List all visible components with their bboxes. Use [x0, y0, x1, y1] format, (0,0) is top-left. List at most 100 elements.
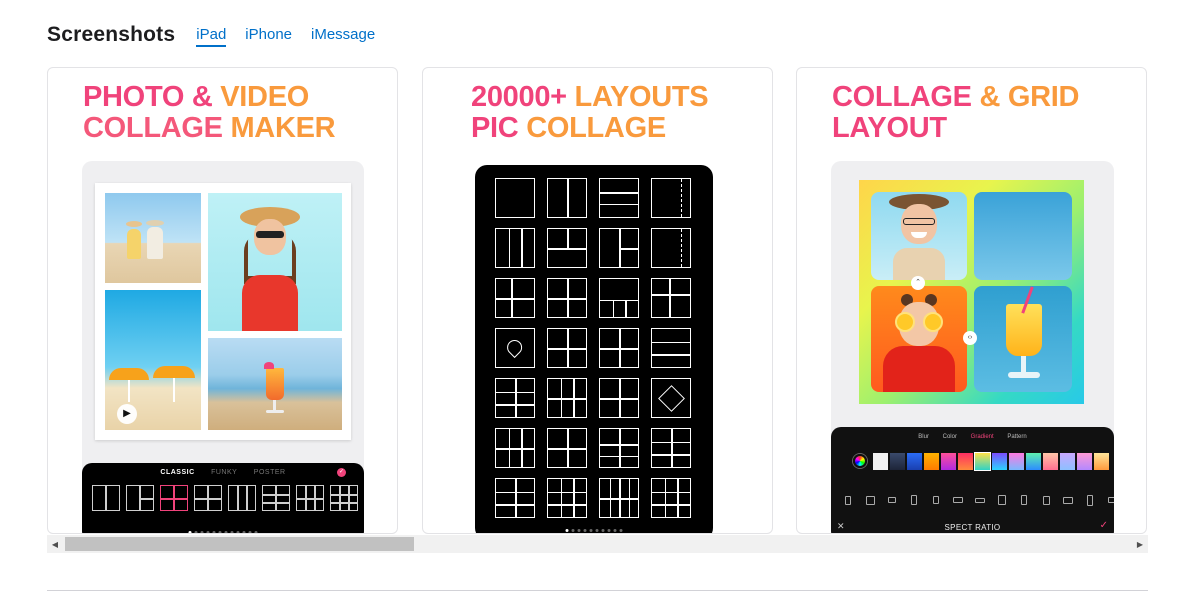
- ipad-mockup: ▶ CLASSIC FUNKY POSTER ✓: [82, 161, 364, 533]
- layout-option[interactable]: [228, 485, 256, 511]
- layout-option[interactable]: [126, 485, 154, 511]
- layout-template[interactable]: [599, 428, 639, 468]
- layout-template[interactable]: [495, 178, 535, 218]
- title-text: 20000+: [471, 81, 575, 113]
- layout-template[interactable]: [547, 278, 587, 318]
- swatch[interactable]: [890, 453, 905, 470]
- ipad-mockup-grid: ⌃ ‹› Blur Color Gradient Pattern ✕ SPECT…: [831, 161, 1114, 533]
- card-title: 20000+ LAYOUTS PIC COLLAGE: [471, 81, 709, 144]
- photo-pool: [974, 192, 1072, 280]
- layout-option[interactable]: [92, 485, 120, 511]
- tab-imessage[interactable]: iMessage: [311, 22, 375, 47]
- aspect-ratio-option[interactable]: [1039, 493, 1053, 507]
- layout-template[interactable]: [599, 478, 639, 518]
- title-text: LAYOUTS: [574, 81, 709, 113]
- layout-template[interactable]: [599, 328, 639, 368]
- scrollbar-thumb[interactable]: [65, 537, 414, 551]
- resize-horizontal-handle[interactable]: ‹›: [963, 331, 977, 345]
- swatch[interactable]: [873, 453, 888, 470]
- swatch[interactable]: [1060, 453, 1075, 470]
- layout-template[interactable]: [495, 278, 535, 318]
- swatch-selected[interactable]: [974, 452, 991, 471]
- swatch[interactable]: [992, 453, 1007, 470]
- layout-template[interactable]: [651, 278, 691, 318]
- swatch[interactable]: [907, 453, 922, 470]
- scroll-left-icon[interactable]: ◀: [47, 535, 63, 553]
- tab-pattern[interactable]: Pattern: [1007, 434, 1026, 440]
- layout-template[interactable]: [651, 478, 691, 518]
- swatch[interactable]: [1094, 453, 1109, 470]
- tab-iphone[interactable]: iPhone: [245, 22, 292, 47]
- layout-option[interactable]: [296, 485, 324, 511]
- tab-classic[interactable]: CLASSIC: [160, 469, 194, 476]
- aspect-ratio-option[interactable]: [929, 493, 943, 507]
- title-text: COLLAGE: [526, 112, 666, 144]
- layout-template[interactable]: [495, 378, 535, 418]
- layout-template[interactable]: [547, 478, 587, 518]
- layout-option-selected[interactable]: [160, 485, 188, 511]
- layout-template[interactable]: [495, 328, 535, 368]
- aspect-ratio-option[interactable]: [885, 493, 899, 507]
- color-wheel-icon[interactable]: [853, 454, 867, 468]
- check-icon[interactable]: ✓: [337, 468, 346, 477]
- tab-funky[interactable]: FUNKY: [211, 469, 237, 476]
- check-icon[interactable]: ✓: [1100, 520, 1108, 531]
- swatch[interactable]: [1043, 453, 1058, 470]
- aspect-ratio-option[interactable]: [841, 493, 855, 507]
- swatch[interactable]: [1026, 453, 1041, 470]
- layout-option[interactable]: [262, 485, 290, 511]
- layout-template[interactable]: [651, 178, 691, 218]
- page-indicator: [188, 531, 258, 533]
- aspect-ratio-label: SPECT RATIO: [944, 523, 1001, 532]
- screenshot-card-3[interactable]: COLLAGE & GRID LAYOUT ⌃ ‹› Blur Color Gr…: [796, 67, 1147, 534]
- aspect-ratio-option[interactable]: [1017, 493, 1031, 507]
- layout-template[interactable]: [599, 228, 639, 268]
- layout-template[interactable]: [599, 378, 639, 418]
- photo-orange-juice: [974, 286, 1072, 392]
- tab-poster[interactable]: POSTER: [254, 469, 286, 476]
- card-title: PHOTO & VIDEO COLLAGE MAKER: [83, 82, 336, 144]
- layout-option[interactable]: [194, 485, 222, 511]
- layout-template[interactable]: [495, 428, 535, 468]
- layout-template[interactable]: [599, 278, 639, 318]
- swatch[interactable]: [924, 453, 939, 470]
- aspect-ratio-option[interactable]: [907, 493, 921, 507]
- layout-template[interactable]: [547, 328, 587, 368]
- aspect-ratio-option[interactable]: [1083, 493, 1097, 507]
- play-icon[interactable]: ▶: [117, 404, 137, 424]
- layout-template[interactable]: [495, 478, 535, 518]
- resize-vertical-handle[interactable]: ⌃: [911, 276, 925, 290]
- aspect-ratio-option[interactable]: [973, 493, 987, 507]
- swatch[interactable]: [1077, 453, 1092, 470]
- tab-color[interactable]: Color: [943, 434, 957, 440]
- aspect-ratio-options: [841, 493, 1114, 507]
- screenshot-card-1[interactable]: PHOTO & VIDEO COLLAGE MAKER ▶ CLASSIC FU…: [47, 67, 398, 534]
- tab-ipad[interactable]: iPad: [196, 22, 227, 47]
- layout-template[interactable]: [651, 428, 691, 468]
- aspect-ratio-option[interactable]: [951, 493, 965, 507]
- swatch[interactable]: [958, 453, 973, 470]
- aspect-ratio-option[interactable]: [1105, 493, 1114, 507]
- layout-template[interactable]: [547, 378, 587, 418]
- swatch[interactable]: [941, 453, 956, 470]
- page-indicator: [565, 529, 623, 532]
- layout-template[interactable]: [651, 328, 691, 368]
- layout-option[interactable]: [330, 485, 358, 511]
- aspect-ratio-option[interactable]: [863, 493, 877, 507]
- swatch[interactable]: [1009, 453, 1024, 470]
- aspect-ratio-option[interactable]: [995, 493, 1009, 507]
- layout-template[interactable]: [599, 178, 639, 218]
- layout-template[interactable]: [495, 228, 535, 268]
- layout-template[interactable]: [651, 228, 691, 268]
- screenshots-scrollbar[interactable]: ◀ ▶: [47, 535, 1148, 553]
- scroll-right-icon[interactable]: ▶: [1132, 535, 1148, 553]
- layout-template[interactable]: [547, 228, 587, 268]
- tab-blur[interactable]: Blur: [918, 434, 929, 440]
- screenshot-card-2[interactable]: 20000+ LAYOUTS PIC COLLAGE: [422, 67, 773, 534]
- layout-template[interactable]: [547, 428, 587, 468]
- layout-template[interactable]: [651, 378, 691, 418]
- screenshots-header: Screenshots iPad iPhone iMessage: [47, 22, 394, 47]
- aspect-ratio-option[interactable]: [1061, 493, 1075, 507]
- tab-gradient[interactable]: Gradient: [971, 434, 994, 440]
- layout-template[interactable]: [547, 178, 587, 218]
